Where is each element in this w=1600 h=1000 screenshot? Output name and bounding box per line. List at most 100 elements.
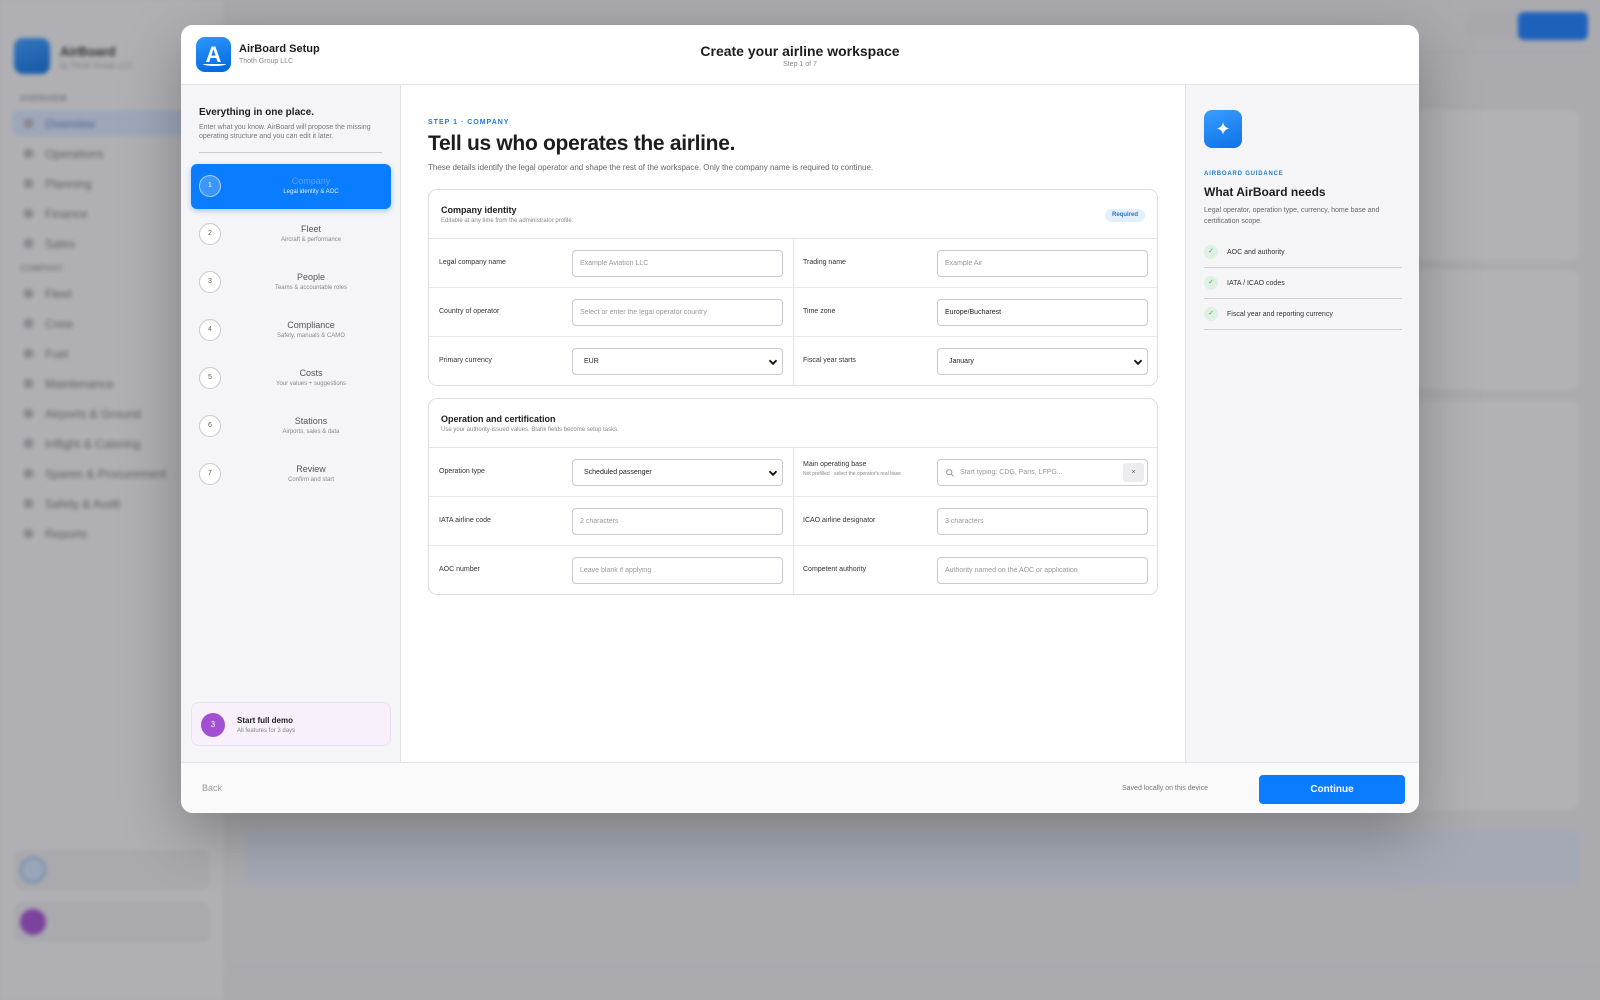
step-sublabel: Airports, sales & data (282, 429, 340, 435)
main-base-search: × (937, 459, 1148, 486)
check-icon: ✓ (1204, 245, 1218, 259)
check-icon: ✓ (1204, 276, 1218, 290)
aoc-number-input[interactable] (572, 557, 783, 584)
step-sublabel: Legal identity & AOC (283, 189, 339, 195)
card-subtitle: Editable at any time from the administra… (441, 218, 574, 224)
legal-company-name-input[interactable] (572, 250, 783, 277)
fiscal-year-select[interactable]: January (937, 348, 1148, 375)
search-icon (946, 469, 954, 477)
guidance-item-label: IATA / ICAO codes (1227, 280, 1285, 287)
step-lead: These details identify the legal operato… (428, 163, 874, 172)
country-of-operator-input[interactable] (572, 299, 783, 326)
guidance-item: ✓ Fiscal year and reporting currency (1204, 299, 1402, 330)
step-number: 4 (199, 319, 221, 341)
step-sublabel: Your values + suggestions (276, 381, 346, 387)
authority-label: Competent authority (803, 566, 867, 573)
guidance-item-label: AOC and authority (1227, 249, 1285, 256)
modal-title: Create your airline workspace (700, 43, 900, 59)
icao-label: ICAO airline designator (803, 517, 876, 524)
steps-sidebar: Everything in one place. Enter what you … (181, 85, 401, 762)
timezone-label: Time zone (803, 308, 836, 315)
trading-name-label: Trading name (803, 259, 846, 266)
main-base-label: Main operating base (803, 461, 867, 468)
competent-authority-input[interactable] (937, 557, 1148, 584)
form-row: Operation type Scheduled passenger Main … (429, 448, 1157, 497)
operation-type-label: Operation type (439, 468, 485, 475)
required-badge: Required (1104, 209, 1145, 222)
step-number: 5 (199, 367, 221, 389)
step-sublabel: Teams & accountable roles (274, 285, 348, 291)
step-number: 3 (199, 271, 221, 293)
card-subtitle: Use your authority-issued values. Blank … (441, 427, 619, 433)
clear-icon[interactable]: × (1123, 463, 1144, 482)
check-icon: ✓ (1204, 307, 1218, 321)
demo-days-badge: 3 (201, 713, 225, 737)
demo-title: Start full demo (237, 716, 294, 725)
aoc-label: AOC number (439, 566, 480, 573)
fiscal-year-label: Fiscal year starts (803, 357, 856, 364)
guidance-item: ✓ AOC and authority (1204, 237, 1402, 268)
modal-header: A AirBoard Setup Thoth Group LLC Create … (181, 25, 1419, 85)
guidance-eyebrow: AIRBOARD GUIDANCE (1204, 171, 1284, 177)
currency-label: Primary currency (439, 357, 492, 364)
step-label: Compliance (287, 320, 335, 330)
guidance-item: ✓ IATA / ICAO codes (1204, 268, 1402, 299)
main-base-input[interactable] (960, 460, 1120, 485)
iata-code-input[interactable] (572, 508, 783, 535)
step-company[interactable]: 1 Company Legal identity & AOC (191, 164, 391, 209)
primary-currency-select[interactable]: EUR (572, 348, 783, 375)
step-sublabel: Confirm and start (287, 477, 335, 483)
continue-button[interactable]: Continue (1259, 775, 1405, 804)
save-status: Saved locally on this device (1122, 785, 1208, 792)
step-people[interactable]: 3 People Teams & accountable roles (191, 260, 391, 305)
guidance-title: What AirBoard needs (1204, 185, 1326, 199)
step-heading: Tell us who operates the airline. (428, 132, 736, 155)
step-label: Company (291, 176, 331, 186)
guidance-description: Legal operator, operation type, currency… (1204, 207, 1380, 225)
rail-divider (199, 152, 382, 153)
step-label: Fleet (300, 224, 321, 234)
step-number: 6 (199, 415, 221, 437)
rail-heading: Everything in one place. (199, 107, 315, 118)
main-base-hint: Not prefilled · select the operator's re… (803, 471, 901, 477)
step-content: STEP 1 · COMPANY Tell us who operates th… (401, 85, 1185, 762)
currency-value: EUR (584, 358, 599, 365)
step-number: 2 (199, 223, 221, 245)
card-header: Company identity Editable at any time fr… (429, 190, 1157, 239)
modal-step-indicator: Step 1 of 7 (783, 61, 817, 68)
step-review[interactable]: 7 Review Confirm and start (191, 452, 391, 497)
step-label: People (296, 272, 326, 282)
rail-description: Enter what you know. AirBoard will propo… (199, 124, 371, 140)
legal-name-label: Legal company name (439, 259, 506, 266)
guidance-item-label: Fiscal year and reporting currency (1227, 311, 1333, 318)
company-identity-card: Company identity Editable at any time fr… (428, 189, 1158, 386)
guidance-panel: ✦ AIRBOARD GUIDANCE What AirBoard needs … (1185, 85, 1419, 762)
demo-subtitle: All features for 3 days (237, 728, 296, 734)
start-demo-card[interactable]: 3 Start full demo All features for 3 day… (191, 702, 391, 746)
chevron-down-icon (1133, 359, 1143, 366)
step-number: 7 (199, 463, 221, 485)
step-stations[interactable]: 6 Stations Airports, sales & data (191, 404, 391, 449)
step-sublabel: Safety, manuals & CAMO (277, 333, 345, 339)
form-row: AOC number Competent authority (429, 546, 1157, 594)
operation-certification-card: Operation and certification Use your aut… (428, 398, 1158, 595)
card-header: Operation and certification Use your aut… (429, 399, 1157, 448)
form-row: Primary currency EUR Fiscal year starts … (429, 337, 1157, 385)
setup-modal: A AirBoard Setup Thoth Group LLC Create … (181, 25, 1419, 813)
back-button[interactable]: Back (202, 783, 222, 793)
step-fleet[interactable]: 2 Fleet Aircraft & performance (191, 212, 391, 257)
step-number: 1 (199, 175, 221, 197)
modal-footer: Back Saved locally on this device Contin… (181, 762, 1419, 813)
form-row: IATA airline code ICAO airline designato… (429, 497, 1157, 546)
card-title: Operation and certification (441, 414, 556, 424)
icao-designator-input[interactable] (937, 508, 1148, 535)
step-label: Stations (294, 416, 328, 426)
timezone-input[interactable] (937, 299, 1148, 326)
step-compliance[interactable]: 4 Compliance Safety, manuals & CAMO (191, 308, 391, 353)
step-label: Costs (299, 368, 323, 378)
trading-name-input[interactable] (937, 250, 1148, 277)
operation-type-select[interactable]: Scheduled passenger (572, 459, 783, 486)
step-sublabel: Aircraft & performance (280, 237, 342, 243)
step-eyebrow: STEP 1 · COMPANY (428, 119, 510, 126)
step-costs[interactable]: 5 Costs Your values + suggestions (191, 356, 391, 401)
